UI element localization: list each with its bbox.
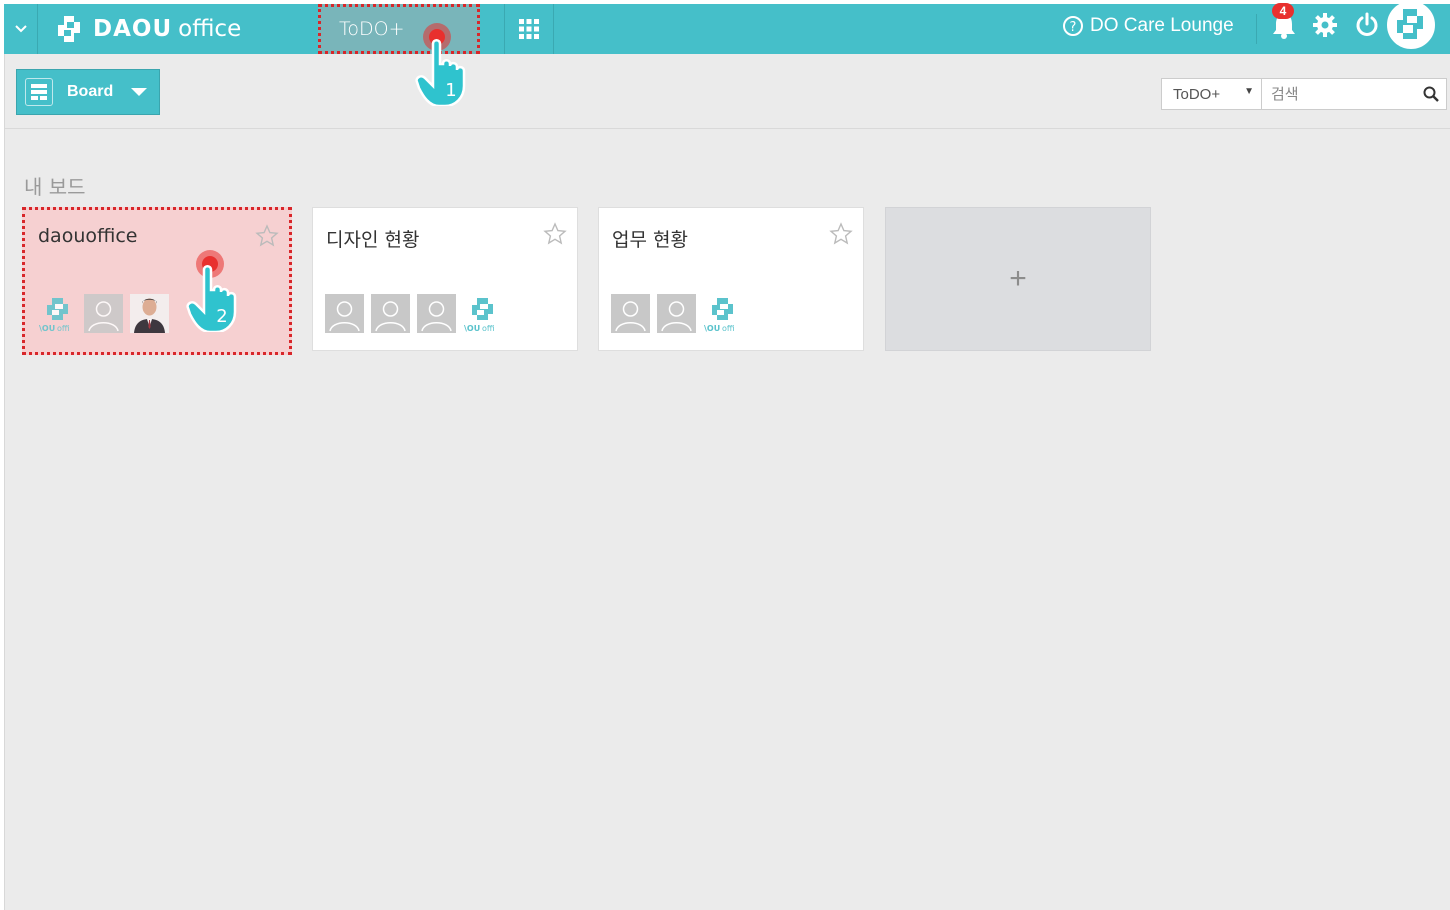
daou-logo-icon — [1397, 9, 1423, 39]
svg-text:offi: offi — [722, 324, 735, 333]
care-lounge-label: DO Care Lounge — [1090, 15, 1234, 36]
member-avatar-daou-logo: \OU offi — [463, 294, 502, 333]
member-avatar-placeholder — [611, 294, 650, 333]
search-icon — [1423, 86, 1439, 102]
toolbar-divider — [5, 128, 1450, 129]
search-bar: ToDO+ ▼ — [1161, 78, 1447, 110]
board-members: \OU offi — [38, 294, 169, 333]
svg-text:offi: offi — [482, 324, 495, 333]
board-members: \OU offi — [611, 294, 742, 333]
section-title: 내 보드 — [24, 175, 86, 199]
board-card-title: 디자인 현황 — [326, 229, 420, 251]
pointer-hand-icon: 2 — [186, 265, 237, 332]
board-card-work-status[interactable]: 업무 현황 \OU offi — [598, 207, 864, 351]
member-avatar-placeholder — [371, 294, 410, 333]
power-icon[interactable] — [1354, 12, 1380, 38]
member-avatar-placeholder — [325, 294, 364, 333]
pointer-step-number: 1 — [445, 80, 456, 101]
add-board-card[interactable]: + — [885, 207, 1151, 351]
member-avatar-daou-logo: \OU offi — [38, 294, 77, 333]
member-avatar-placeholder — [84, 294, 123, 333]
top-navigation-bar: DAOU office ToDO+ ? DO Care Lounge — [4, 4, 1450, 54]
topbar-divider — [1256, 14, 1257, 44]
member-avatar-placeholder — [657, 294, 696, 333]
chevron-down-icon — [14, 25, 27, 33]
board-card-daouoffice[interactable]: daouoffice \OU offi — [22, 207, 292, 355]
collapse-menu-button[interactable] — [4, 4, 38, 54]
pointer-step-number: 2 — [216, 306, 227, 327]
page-background — [4, 4, 1450, 910]
board-menu-button[interactable]: Board — [16, 69, 160, 115]
user-avatar[interactable] — [1387, 1, 1435, 49]
svg-text:?: ? — [1070, 20, 1077, 35]
member-avatar-placeholder — [417, 294, 456, 333]
svg-text:\OU: \OU — [39, 324, 55, 333]
star-icon[interactable] — [255, 224, 279, 248]
gear-icon[interactable] — [1312, 12, 1338, 38]
plus-icon: + — [1009, 262, 1027, 295]
board-card-title: daouoffice — [38, 225, 138, 247]
member-avatar-photo — [130, 294, 169, 333]
todo-app-tab-label: ToDO+ — [339, 18, 405, 40]
svg-text:offi: offi — [57, 324, 70, 333]
logo-text-light: office — [178, 16, 242, 42]
app-grid-button[interactable] — [504, 4, 554, 54]
member-avatar-daou-logo: \OU offi — [703, 294, 742, 333]
search-scope-select[interactable]: ToDO+ ▼ — [1162, 79, 1262, 109]
logo-text-bold: DAOU — [93, 16, 173, 42]
board-members: \OU offi — [325, 294, 502, 333]
search-scope-value: ToDO+ — [1173, 86, 1221, 103]
board-card-design-status[interactable]: 디자인 현황 \OU offi — [312, 207, 578, 351]
dropdown-arrow-icon: ▼ — [1244, 86, 1254, 97]
svg-text:\OU: \OU — [704, 324, 720, 333]
grid-icon — [519, 19, 539, 39]
daou-office-logo[interactable]: DAOU office — [54, 13, 241, 45]
notification-badge: 4 — [1272, 3, 1294, 19]
search-input[interactable] — [1262, 79, 1416, 109]
star-icon[interactable] — [543, 222, 567, 246]
svg-text:\OU: \OU — [464, 324, 480, 333]
care-lounge-link[interactable]: ? DO Care Lounge — [1062, 15, 1234, 37]
daou-logo-icon — [58, 16, 80, 42]
caret-down-icon — [131, 88, 148, 96]
board-menu-label: Board — [67, 83, 114, 100]
help-circle-icon: ? — [1063, 16, 1083, 36]
board-card-title: 업무 현황 — [612, 229, 688, 251]
pointer-hand-icon: 1 — [415, 39, 466, 106]
star-icon[interactable] — [829, 222, 853, 246]
board-icon — [25, 78, 53, 106]
search-button[interactable] — [1416, 79, 1446, 109]
